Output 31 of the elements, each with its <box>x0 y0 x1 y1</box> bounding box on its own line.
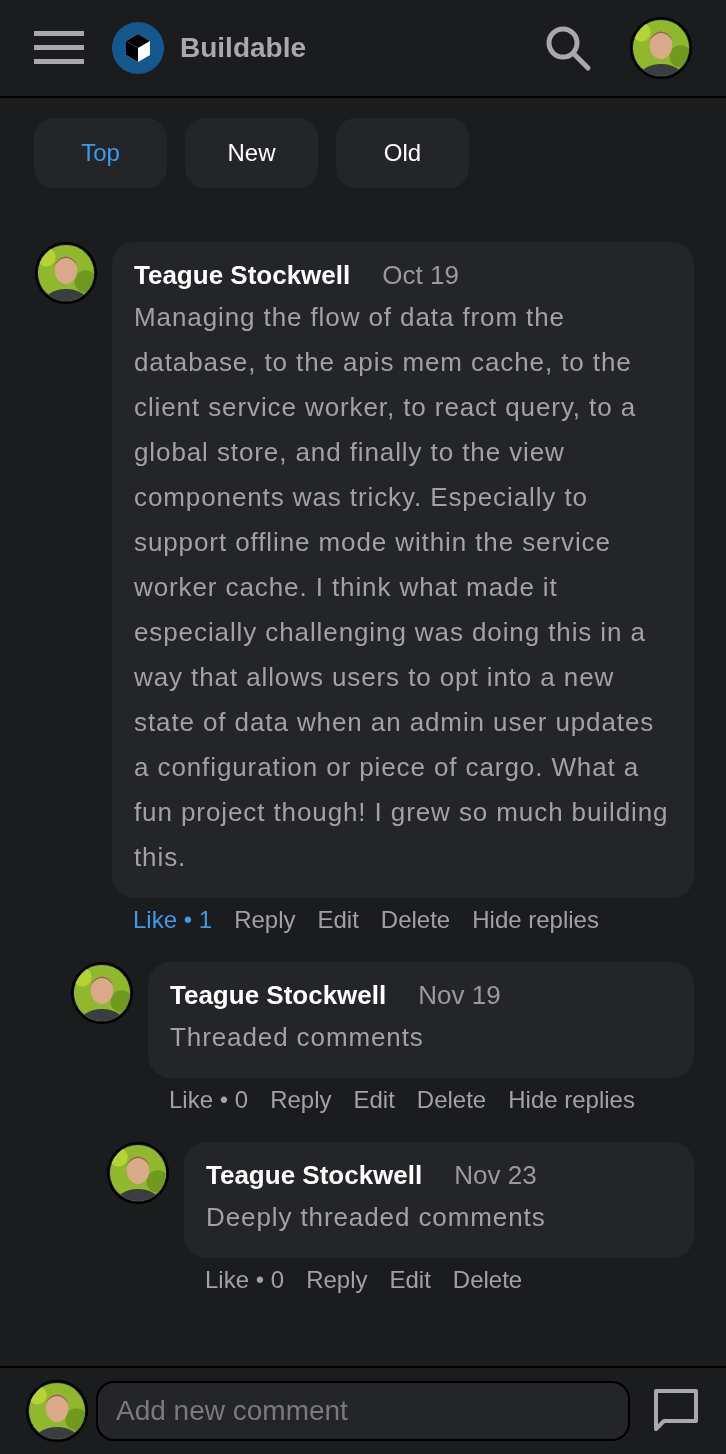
search-icon[interactable] <box>544 24 592 72</box>
brand-name[interactable]: Buildable <box>180 27 306 69</box>
sort-tab[interactable]: Top <box>34 118 167 188</box>
comment-action-button[interactable]: Reply <box>306 1262 368 1298</box>
comment-action-button[interactable]: Hide replies <box>508 1082 635 1118</box>
sort-tab[interactable]: Old <box>336 118 469 188</box>
comment-action-button[interactable]: Delete <box>416 1082 487 1118</box>
comment-author[interactable]: Teague Stockwell <box>206 1156 423 1195</box>
comment-action-button[interactable]: Delete <box>380 902 451 938</box>
comment-author[interactable]: Teague Stockwell <box>170 976 387 1015</box>
comment-date: Oct 19 <box>382 259 459 292</box>
comment-action-button[interactable]: Reply <box>234 902 296 938</box>
logo-icon[interactable] <box>112 22 164 74</box>
comment-action-button[interactable]: Hide replies <box>472 902 599 938</box>
comment-text: Managing the flow of data from the database, to the apis mem cache, to the client service worker, to react query, to a global store, and finally to the view components was tricky. Especially to support offline mode within the service worker cache. I think what made it especially challenging was doing this in a way that allows users to opt into a new state of data when an admin user updates a configuration or piece of cargo. What a fun project though! I grew so much building this. <box>134 301 670 874</box>
like-button[interactable]: Like • 0 <box>205 1262 285 1298</box>
like-button[interactable]: Like • 0 <box>169 1082 249 1118</box>
comment-action-button[interactable]: Edit <box>353 1082 395 1118</box>
comment-date: Nov 19 <box>418 979 501 1012</box>
comment-date: Nov 23 <box>454 1159 537 1192</box>
menu-icon[interactable] <box>34 31 84 65</box>
comment-action-button[interactable]: Edit <box>317 902 359 938</box>
comment-text: Deeply threaded comments <box>206 1201 547 1234</box>
comment-action-button[interactable]: Edit <box>389 1262 431 1298</box>
comment-author[interactable]: Teague Stockwell <box>134 256 351 295</box>
comment-action-button[interactable]: Delete <box>452 1262 523 1298</box>
comment-input[interactable]: Add new comment <box>96 1381 630 1441</box>
sort-tab[interactable]: New <box>185 118 318 188</box>
comment-text: Threaded comments <box>170 1021 425 1054</box>
comment-action-button[interactable]: Reply <box>270 1082 332 1118</box>
like-button[interactable]: Like • 1 <box>133 902 213 938</box>
